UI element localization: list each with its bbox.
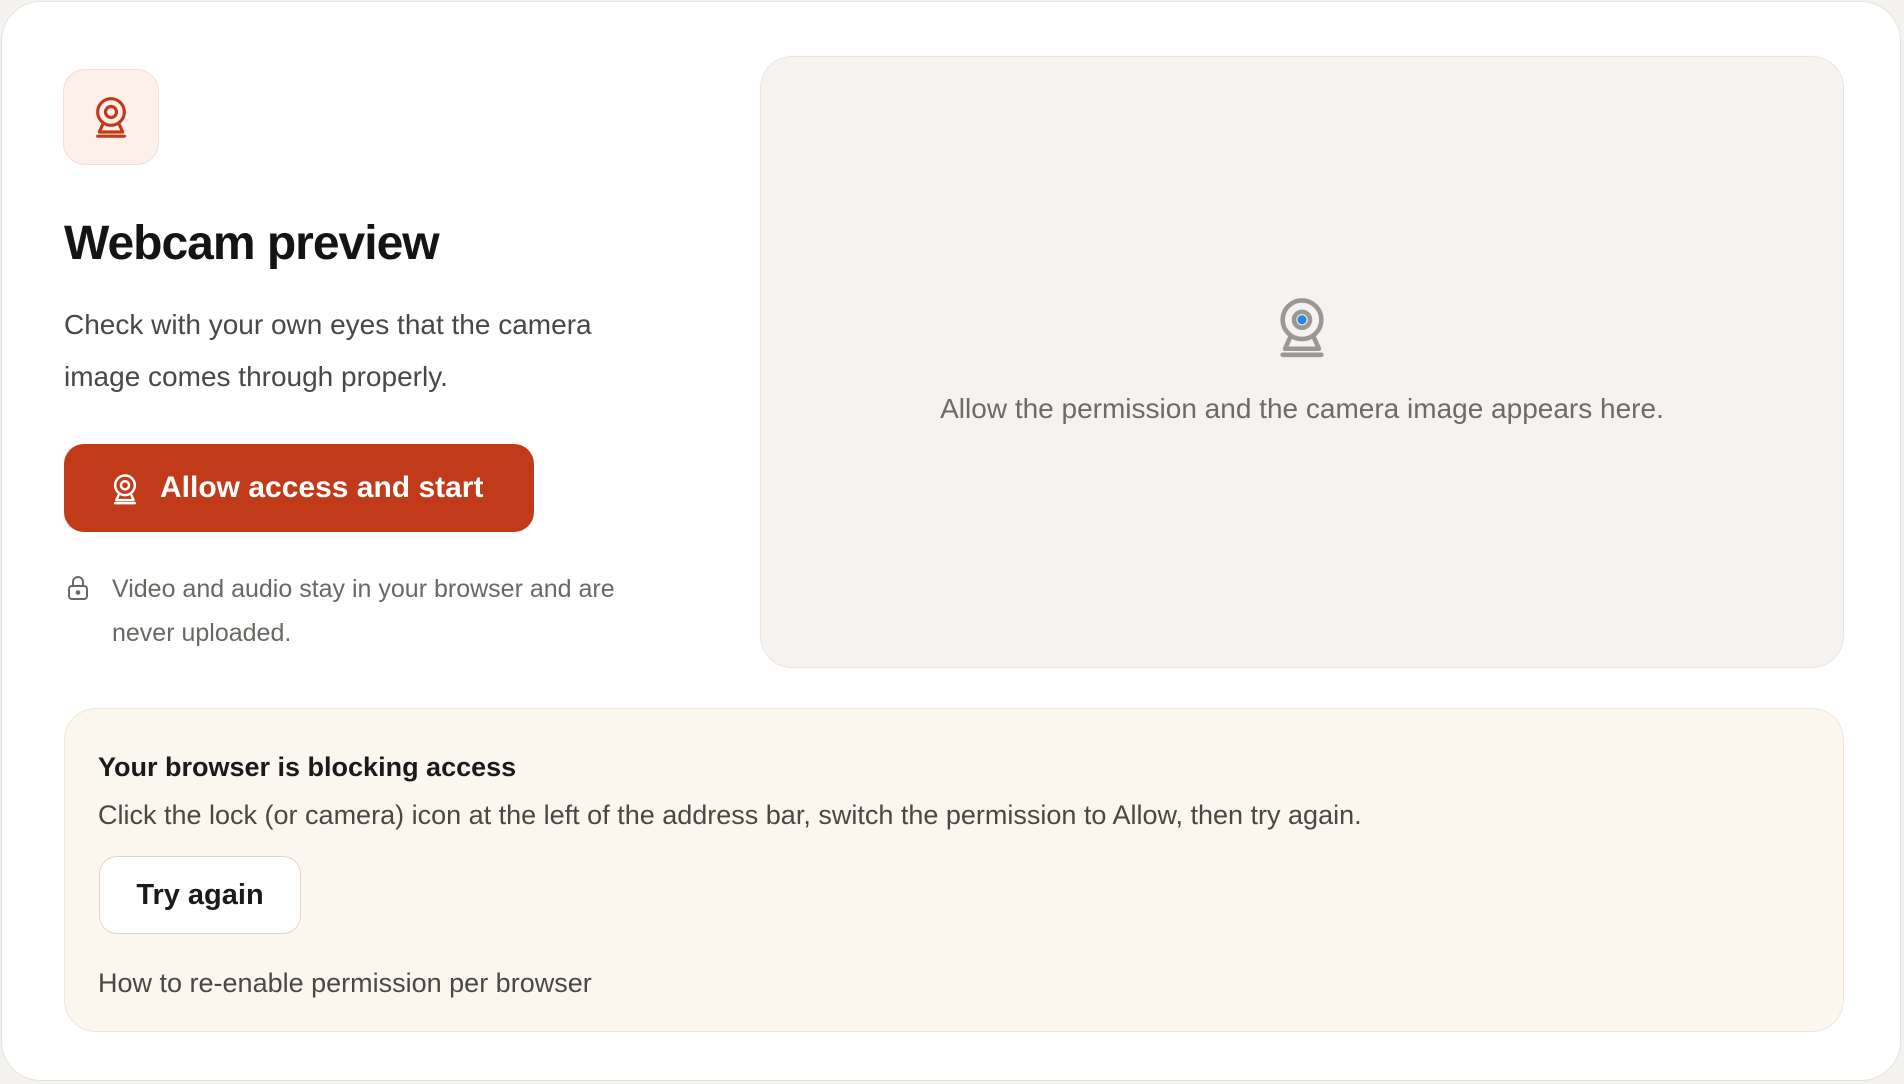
camera-preview: Allow the permission and the camera imag… [760,56,1844,668]
header-icon-tile [63,69,159,165]
privacy-note-text: Video and audio stay in your browser and… [112,575,615,647]
webcam-icon [1280,298,1324,358]
page-description: Check with your own eyes that the camera… [64,309,592,392]
webcam-icon [110,473,140,505]
banner-title: Your browser is blocking access [98,752,517,782]
banner-text: Click the lock (or camera) icon at the l… [98,800,1362,830]
permission-help-link[interactable]: How to re-enable permission per browser [98,963,592,1003]
preview-placeholder: Allow the permission and the camera imag… [940,393,1664,424]
lock-icon [68,576,88,600]
allow-access-label: Allow access and start [160,471,484,504]
blocking-banner: Your browser is blocking access Click th… [64,708,1844,1032]
privacy-note: Video and audio stay in your browser and… [64,567,674,655]
try-again-button[interactable]: Try again [99,856,301,934]
page-title: Webcam preview [64,217,440,270]
allow-access-button[interactable]: Allow access and start [64,444,534,532]
webcam-icon [96,97,126,138]
webcam-card: Webcam preview Check with your own eyes … [1,1,1901,1081]
